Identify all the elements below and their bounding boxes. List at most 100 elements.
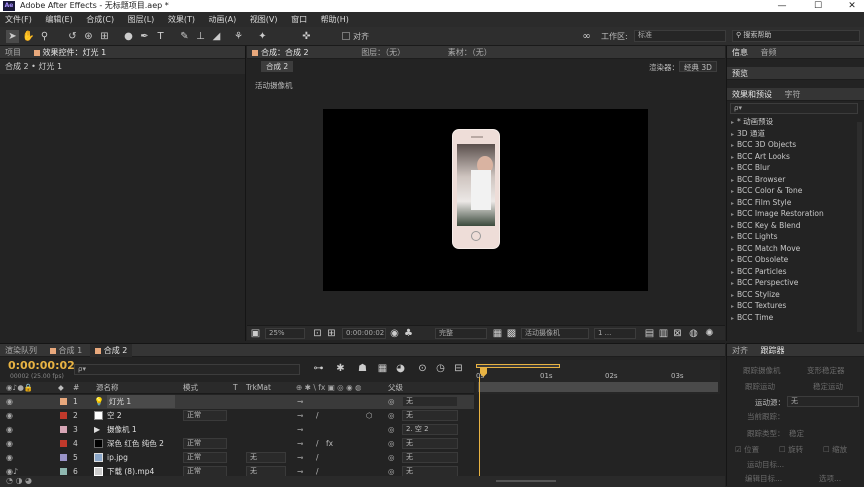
effect-category[interactable]: BCC Textures	[727, 300, 864, 312]
menu-edit[interactable]: 编辑(E)	[45, 15, 72, 24]
effect-category[interactable]: * 动画预设	[727, 116, 864, 128]
tab-comp2[interactable]: 合成 2	[89, 344, 133, 357]
tab-comp1[interactable]: 合成 1	[45, 344, 88, 357]
quality-switch-icon[interactable]: /	[316, 437, 319, 450]
quality-switch-icon[interactable]: /	[316, 409, 319, 422]
time-navigator[interactable]	[478, 382, 718, 392]
clone-stamp-icon[interactable]: ⊥	[194, 30, 207, 43]
draft-3d-icon[interactable]: ✱	[334, 362, 347, 375]
stabilize-motion-button[interactable]: 稳定运动	[813, 381, 843, 393]
channel-icon[interactable]: ♣	[402, 327, 415, 340]
layer-name[interactable]: 灯光 1	[107, 395, 175, 408]
blend-mode-select[interactable]: 正常	[183, 410, 227, 421]
eraser-tool-icon[interactable]: ◢	[210, 30, 223, 43]
layer-name[interactable]: ip.jpg	[107, 451, 128, 464]
visibility-eye-icon[interactable]: ◉	[6, 437, 13, 450]
position-checkbox[interactable]: ☑ 位置	[735, 444, 759, 456]
menu-composition[interactable]: 合成(C)	[86, 15, 114, 24]
layer-label-color[interactable]	[60, 426, 67, 433]
parent-select[interactable]: 2. 空 2	[402, 424, 458, 435]
roto-brush-icon[interactable]: ⚘	[232, 30, 245, 43]
snapshot-icon[interactable]: ◉	[388, 327, 401, 340]
visibility-eye-icon[interactable]: ◉	[6, 409, 13, 422]
collapse-switch-icon[interactable]: ⊸	[297, 395, 303, 408]
track-motion-button[interactable]: 跟踪运动	[745, 381, 775, 393]
graph-editor-icon[interactable]: ⊙	[416, 362, 429, 375]
menu-help[interactable]: 帮助(H)	[321, 15, 349, 24]
track-type-select[interactable]: 稳定	[789, 428, 804, 440]
effect-category[interactable]: BCC Particles	[727, 266, 864, 278]
viewer-timecode[interactable]: 0:00:00:02	[342, 328, 386, 339]
layer-row[interactable]: ◉ 2 空 2 正常 ⊸ / ⬡ ◎ 无	[0, 409, 474, 423]
tab-render-queue[interactable]: 渲染队列	[0, 344, 42, 357]
visibility-eye-icon[interactable]: ◉	[6, 395, 13, 408]
tab-layer-viewer[interactable]: 图层：（无）	[356, 46, 410, 59]
parent-select[interactable]: 无	[402, 410, 458, 421]
always-preview-icon[interactable]: ▣	[249, 327, 262, 340]
layer-label-color[interactable]	[60, 454, 67, 461]
effect-category[interactable]: BCC Obsolete	[727, 254, 864, 266]
effect-category[interactable]: BCC Blur	[727, 162, 864, 174]
col-source-name[interactable]: 源名称	[96, 382, 119, 394]
menu-effect[interactable]: 效果(T)	[168, 15, 195, 24]
pickwhip-icon[interactable]: ◎	[388, 409, 395, 422]
layer-name[interactable]: 摄像机 1	[107, 423, 137, 436]
menu-view[interactable]: 视图(V)	[250, 15, 278, 24]
3d-layer-icon[interactable]: ⬡	[366, 409, 373, 422]
workspace-select[interactable]: 标准	[634, 30, 726, 42]
tab-effects-presets[interactable]: 效果和预设	[727, 88, 777, 101]
flowchart-icon[interactable]: ⊠	[671, 327, 684, 340]
effect-category[interactable]: BCC Lights	[727, 231, 864, 243]
camera-view-select[interactable]: 活动摄像机	[521, 328, 589, 339]
local-axis-icon[interactable]: ✜	[300, 30, 313, 43]
orbit-camera-icon[interactable]: ⊛	[82, 30, 95, 43]
parent-select[interactable]: 无	[402, 396, 458, 407]
collapse-switch-icon[interactable]: ⊸	[297, 437, 303, 450]
close-button[interactable]: ✕	[840, 0, 864, 12]
fast-preview-icon[interactable]: ▥	[657, 327, 670, 340]
tab-tracker[interactable]: 跟踪器	[756, 344, 790, 357]
pickwhip-icon[interactable]: ◎	[388, 437, 395, 450]
blend-mode-select[interactable]: 正常	[183, 452, 227, 463]
shape-tool-icon[interactable]: ●	[122, 30, 135, 43]
pickwhip-icon[interactable]: ◎	[388, 423, 395, 436]
menu-layer[interactable]: 图层(L)	[128, 15, 155, 24]
effects-search-input[interactable]: ρ▾	[730, 103, 858, 114]
comp-canvas[interactable]	[323, 109, 648, 291]
effects-scrollbar[interactable]	[857, 122, 862, 332]
zoom-select[interactable]: 25%	[265, 328, 305, 339]
effect-category[interactable]: BCC Match Move	[727, 243, 864, 255]
parent-select[interactable]: 无	[402, 438, 458, 449]
renderer-select[interactable]: 经典 3D	[679, 61, 717, 72]
tab-character[interactable]: 字符	[780, 88, 806, 101]
timeline-view-icon[interactable]: ⊟	[452, 362, 465, 375]
tab-preview[interactable]: 预览	[727, 67, 753, 80]
options-button[interactable]: 选项...	[819, 473, 841, 485]
toggle-pixel-icon[interactable]: ▤	[643, 327, 656, 340]
effect-category[interactable]: BCC 3D Objects	[727, 139, 864, 151]
layer-search-input[interactable]: ρ▾	[74, 364, 300, 375]
layer-label-color[interactable]	[60, 412, 67, 419]
effect-category[interactable]: BCC Art Looks	[727, 151, 864, 163]
layer-name[interactable]: 深色 红色 纯色 2	[107, 437, 164, 450]
effect-category[interactable]: BCC Film Style	[727, 197, 864, 209]
vr-glasses-icon[interactable]: ∞	[580, 30, 593, 43]
tab-info[interactable]: 信息	[727, 46, 753, 59]
effect-category[interactable]: BCC Browser	[727, 174, 864, 186]
tab-footage-viewer[interactable]: 素材：（无）	[443, 46, 497, 59]
comp-flowchart-icon[interactable]: ⊶	[312, 362, 325, 375]
trkmat-select[interactable]: 无	[246, 452, 286, 463]
selection-tool-icon[interactable]: ➤	[6, 30, 19, 43]
tab-align[interactable]: 对齐	[727, 344, 753, 357]
keyframe-icon[interactable]: ◷	[434, 362, 447, 375]
reset-exposure-icon[interactable]: ◍	[687, 327, 700, 340]
layer-row[interactable]: ◉ 1 💡 灯光 1 ⊸ ◎ 无	[0, 395, 474, 409]
shy-icon[interactable]: ☗	[356, 362, 369, 375]
collapse-switch-icon[interactable]: ⊸	[297, 423, 303, 436]
work-area-bar[interactable]	[476, 364, 560, 368]
visibility-eye-icon[interactable]: ◉	[6, 451, 13, 464]
views-layout-select[interactable]: 1 ...	[594, 328, 636, 339]
pan-behind-icon[interactable]: ⊞	[98, 30, 111, 43]
effect-category[interactable]: BCC Perspective	[727, 277, 864, 289]
menu-file[interactable]: 文件(F)	[5, 15, 32, 24]
